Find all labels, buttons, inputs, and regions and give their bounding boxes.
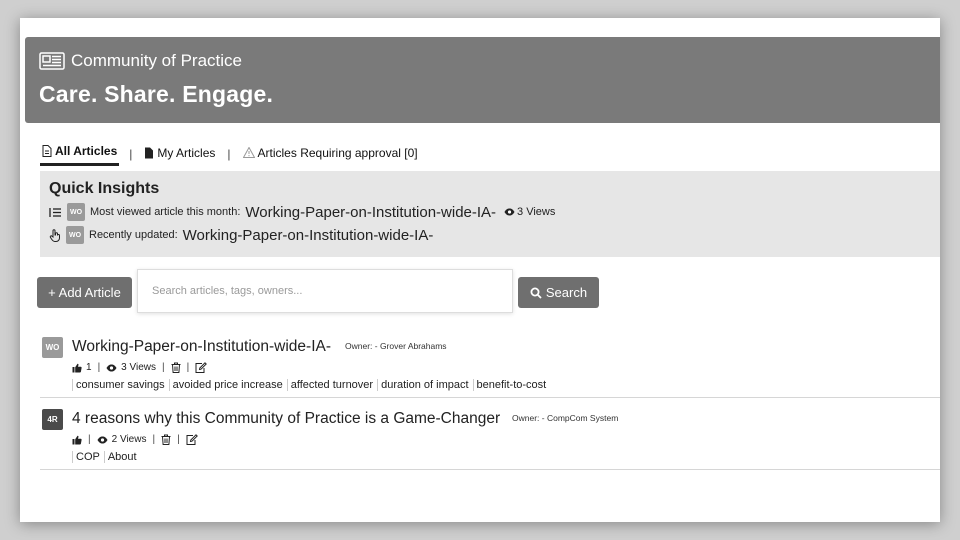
- like-count: 1: [86, 362, 92, 373]
- tab-articles-requiring-approval[interactable]: Articles Requiring approval [0]: [241, 144, 420, 165]
- list-icon: [49, 207, 62, 218]
- tab-my-articles[interactable]: My Articles: [142, 144, 217, 165]
- eye-icon: [504, 208, 515, 216]
- article-avatar-badge: WO: [42, 337, 63, 358]
- article-item: 4R 4 reasons why this Community of Pract…: [40, 407, 940, 470]
- tag-chip[interactable]: affected turnover: [286, 379, 377, 391]
- article-avatar-badge: 4R: [42, 409, 63, 430]
- eye-icon: [106, 364, 117, 372]
- most-viewed-views: 3 Views: [504, 206, 555, 218]
- search-button[interactable]: Search: [518, 277, 599, 308]
- tag-chip[interactable]: COP: [72, 451, 104, 463]
- article-avatar-badge: WO: [67, 203, 85, 221]
- search-button-label: Search: [545, 285, 588, 300]
- tab-label: Articles Requiring approval [0]: [257, 145, 418, 160]
- tag-chip[interactable]: About: [103, 451, 141, 463]
- brand-name: Community of Practice: [71, 51, 242, 70]
- document-lines-icon: [42, 145, 52, 157]
- quick-insights-panel: Quick Insights WO Most viewed article th…: [40, 171, 940, 257]
- views-count: 3 Views: [517, 206, 556, 218]
- most-viewed-row: WO Most viewed article this month: Worki…: [49, 203, 555, 221]
- edit-icon[interactable]: [195, 362, 208, 373]
- meta-separator: |: [152, 434, 156, 445]
- meta-separator: |: [97, 362, 101, 373]
- article-tags: COP About: [72, 451, 141, 463]
- views-count: 2 Views: [111, 434, 147, 445]
- header-banner: Community of Practice Care. Share. Engag…: [25, 37, 940, 123]
- article-meta: | 2 Views | |: [72, 434, 198, 445]
- search-icon: [530, 287, 542, 299]
- article-owner: Owner: - CompCom System: [512, 413, 619, 423]
- tag-chip[interactable]: benefit-to-cost: [472, 379, 551, 391]
- recently-updated-row: WO Recently updated: Working-Paper-on-In…: [49, 226, 433, 244]
- tab-all-articles[interactable]: All Articles: [40, 142, 120, 166]
- tab-label: My Articles: [157, 145, 216, 160]
- article-title-link[interactable]: Working-Paper-on-Institution-wide-IA-: [72, 338, 331, 356]
- thumbs-up-icon[interactable]: [72, 363, 82, 373]
- trash-icon[interactable]: [161, 434, 171, 445]
- tag-chip[interactable]: avoided price increase: [168, 379, 287, 391]
- meta-separator: |: [162, 362, 165, 373]
- most-viewed-article-link[interactable]: Working-Paper-on-Institution-wide-IA-: [245, 204, 496, 221]
- article-title-link[interactable]: 4 reasons why this Community of Practice…: [72, 410, 500, 428]
- most-viewed-label: Most viewed article this month:: [90, 206, 241, 218]
- tab-bar: All Articles | My Articles | Articles Re…: [40, 142, 420, 166]
- trash-icon[interactable]: [171, 362, 181, 373]
- tab-label: All Articles: [55, 144, 118, 158]
- document-icon: [144, 147, 154, 159]
- views-count: 3 Views: [121, 362, 157, 373]
- quick-insights-title: Quick Insights: [49, 180, 160, 197]
- article-meta: 1 | 3 Views | |: [72, 362, 208, 373]
- app-window: Community of Practice Care. Share. Engag…: [20, 18, 940, 522]
- newspaper-icon: [39, 52, 65, 70]
- brand: Community of Practice: [39, 51, 242, 71]
- search-input[interactable]: [137, 269, 513, 313]
- tagline: Care. Share. Engage.: [39, 81, 274, 107]
- add-article-button[interactable]: + Add Article: [37, 277, 132, 308]
- edit-icon[interactable]: [186, 434, 198, 445]
- recently-updated-label: Recently updated:: [89, 229, 178, 241]
- meta-separator: |: [186, 362, 190, 373]
- article-item: WO Working-Paper-on-Institution-wide-IA-…: [40, 335, 940, 398]
- tab-separator: |: [227, 147, 231, 161]
- meta-separator: |: [177, 434, 180, 445]
- tab-separator: |: [129, 147, 133, 161]
- meta-separator: |: [88, 434, 91, 445]
- tag-chip[interactable]: consumer savings: [72, 379, 169, 391]
- article-owner: Owner: - Grover Abrahams: [345, 341, 447, 351]
- thumbs-up-icon[interactable]: [72, 435, 82, 445]
- article-avatar-badge: WO: [66, 226, 84, 244]
- tag-chip[interactable]: duration of impact: [377, 379, 472, 391]
- article-tags: consumer savings avoided price increase …: [72, 379, 550, 391]
- pointer-hand-icon: [49, 228, 61, 242]
- recently-updated-article-link[interactable]: Working-Paper-on-Institution-wide-IA-: [183, 227, 434, 244]
- eye-icon: [97, 436, 108, 444]
- warning-icon: [242, 147, 255, 158]
